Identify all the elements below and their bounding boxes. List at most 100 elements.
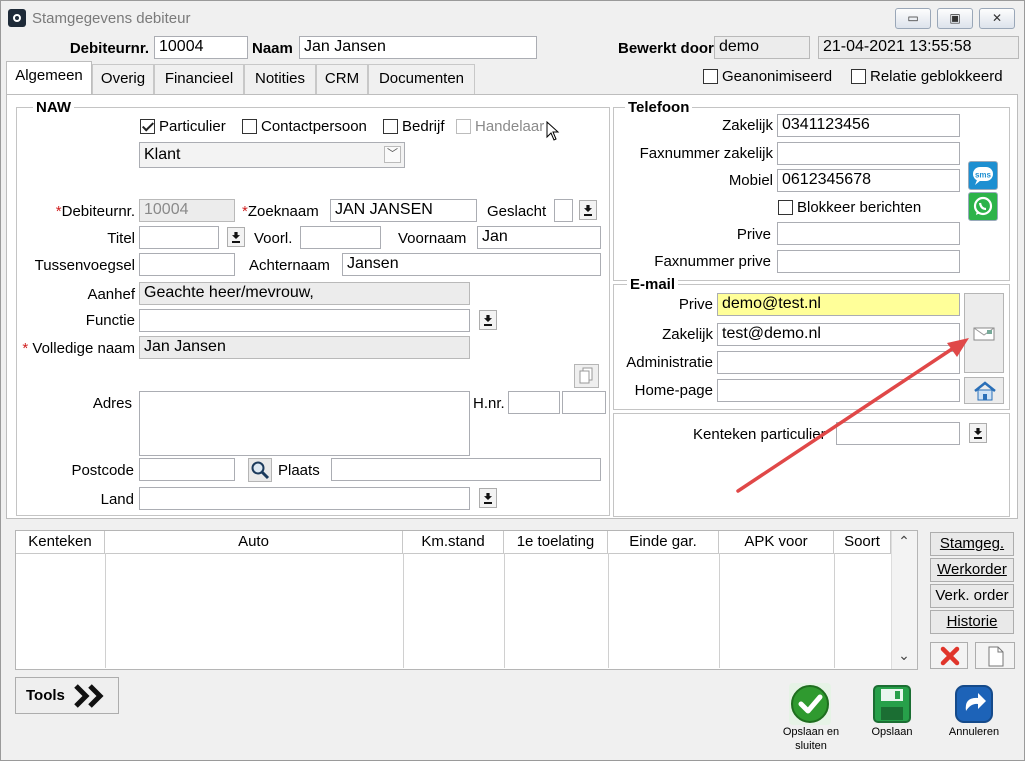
- undo-icon: [955, 685, 993, 723]
- geanonimiseerd-label: Geanonimiseerd: [722, 68, 833, 85]
- tel-prive-field[interactable]: [777, 222, 960, 245]
- tel-zakelijk-label: Zakelijk: [722, 117, 773, 134]
- bewerkt-field: demo: [714, 36, 810, 59]
- col-1e-toelating[interactable]: 1e toelating: [504, 531, 608, 553]
- functie-field[interactable]: [139, 309, 470, 332]
- postcode-search-button[interactable]: [248, 458, 272, 482]
- tools-label: Tools: [26, 687, 65, 704]
- maximize-button[interactable]: ▣: [937, 8, 973, 29]
- copy-address-button[interactable]: [574, 364, 599, 388]
- fax-prive-field[interactable]: [777, 250, 960, 273]
- contactpersoon-checkbox[interactable]: [242, 119, 257, 134]
- whatsapp-button[interactable]: [968, 192, 998, 221]
- aanhef-label: Aanhef: [87, 286, 135, 303]
- col-auto[interactable]: Auto: [105, 531, 403, 553]
- blokkeer-berichten-checkbox[interactable]: [778, 200, 793, 215]
- delete-button[interactable]: [930, 642, 968, 669]
- geslacht-dropdown-button[interactable]: [579, 200, 597, 220]
- tab-financieel[interactable]: Financieel: [154, 64, 244, 94]
- volledige-naam-label: * Volledige naam: [22, 340, 135, 357]
- tab-crm[interactable]: CRM: [316, 64, 368, 94]
- tussenvoegsel-field[interactable]: [139, 253, 235, 276]
- opslaan-button[interactable]: [871, 683, 913, 725]
- col-kenteken[interactable]: Kenteken: [16, 531, 105, 553]
- sms-button[interactable]: sms: [968, 161, 998, 190]
- naam-header-field[interactable]: Jan Jansen: [299, 36, 537, 59]
- tussenvoegsel-label: Tussenvoegsel: [34, 257, 135, 274]
- fax-zakelijk-label: Faxnummer zakelijk: [639, 145, 773, 162]
- col-divider: [105, 553, 106, 668]
- voornaam-label: Voornaam: [398, 230, 467, 247]
- naw-title: NAW: [33, 99, 74, 116]
- aanhef-field: Geachte heer/mevrouw,: [139, 282, 470, 305]
- voorl-label: Voorl.: [254, 230, 293, 247]
- titel-dropdown-button[interactable]: [227, 227, 245, 247]
- fax-prive-label: Faxnummer prive: [654, 253, 771, 270]
- adres-field[interactable]: [139, 391, 470, 456]
- administratie-label: Administratie: [626, 354, 713, 371]
- opslaan-sluiten-button[interactable]: [789, 683, 831, 725]
- tab-overig[interactable]: Overig: [92, 64, 154, 94]
- close-button[interactable]: ✕: [979, 8, 1015, 29]
- geblokkeerd-checkbox[interactable]: [851, 69, 866, 84]
- relatie-type-select[interactable]: Klant ﹀: [139, 142, 405, 168]
- mobiel-label: Mobiel: [728, 172, 773, 189]
- mobiel-field[interactable]: 0612345678: [777, 169, 960, 192]
- debnr-label-text: Debiteurnr.: [61, 203, 135, 220]
- functie-dropdown-button[interactable]: [479, 310, 497, 330]
- huisnummer-field[interactable]: [508, 391, 560, 414]
- col-einde-gar[interactable]: Einde gar.: [608, 531, 719, 553]
- bedrijf-checkbox[interactable]: [383, 119, 398, 134]
- zoeknaam-field[interactable]: JAN JANSEN: [330, 199, 477, 222]
- volledige-naam-field: Jan Jansen: [139, 336, 470, 359]
- tools-button[interactable]: Tools: [15, 677, 119, 714]
- scroll-up-icon[interactable]: ⌃: [891, 533, 917, 551]
- col-soort[interactable]: Soort: [834, 531, 891, 553]
- geanonimiseerd-checkbox[interactable]: [703, 69, 718, 84]
- title-bar: Stamgegevens debiteur ▭ ▣ ✕: [1, 1, 1024, 35]
- col-apk-voor[interactable]: APK voor: [719, 531, 834, 553]
- email-prive-label: Prive: [678, 296, 713, 313]
- tab-documenten[interactable]: Documenten: [368, 64, 475, 94]
- titel-label: Titel: [107, 230, 135, 247]
- table-header-divider: [16, 553, 917, 554]
- land-field[interactable]: [139, 487, 470, 510]
- datetime-field: 21-04-2021 13:55:58: [818, 36, 1019, 59]
- email-zakelijk-label: Zakelijk: [662, 326, 713, 343]
- annuleren-button[interactable]: [953, 683, 995, 725]
- postcode-field[interactable]: [139, 458, 235, 481]
- particulier-checkbox[interactable]: [140, 119, 155, 134]
- save-floppy-icon: [873, 685, 911, 723]
- hnr-label: H.nr.: [473, 395, 505, 412]
- plaats-field[interactable]: [331, 458, 601, 481]
- new-button[interactable]: [975, 642, 1015, 669]
- geslacht-field[interactable]: [554, 199, 573, 222]
- titel-field[interactable]: [139, 226, 219, 249]
- debnr-header-label: Debiteurnr.: [69, 40, 149, 57]
- scroll-down-icon[interactable]: ⌄: [891, 647, 917, 665]
- tab-algemeen[interactable]: Algemeen: [6, 61, 92, 96]
- huisnummer-toevoeging-field[interactable]: [562, 391, 606, 414]
- minimize-button[interactable]: ▭: [895, 8, 931, 29]
- fax-zakelijk-field[interactable]: [777, 142, 960, 165]
- voorl-field[interactable]: [300, 226, 381, 249]
- land-dropdown-button[interactable]: [479, 488, 497, 508]
- tel-zakelijk-field[interactable]: 0341123456: [777, 114, 960, 137]
- voornaam-field[interactable]: Jan: [477, 226, 601, 249]
- tab-notities[interactable]: Notities: [244, 64, 316, 94]
- geslacht-label: Geslacht: [487, 203, 547, 220]
- land-label: Land: [100, 491, 134, 508]
- debnr-header-field[interactable]: 10004: [154, 36, 248, 59]
- achternaam-field[interactable]: Jansen: [342, 253, 601, 276]
- svg-text:sms: sms: [975, 171, 992, 180]
- verk-order-button[interactable]: Verk. order: [930, 584, 1014, 608]
- col-kmstand[interactable]: Km.stand: [403, 531, 504, 553]
- historie-button[interactable]: Historie: [930, 610, 1014, 634]
- naam-header-label: Naam: [252, 40, 293, 57]
- whatsapp-icon: [973, 196, 993, 216]
- window: Stamgegevens debiteur ▭ ▣ ✕ Debiteurnr. …: [0, 0, 1025, 761]
- email-prive-field[interactable]: demo@test.nl: [717, 293, 960, 316]
- stamgeg-button[interactable]: Stamgeg.: [930, 532, 1014, 556]
- werkorder-button[interactable]: Werkorder: [930, 558, 1014, 582]
- col-divider: [504, 553, 505, 668]
